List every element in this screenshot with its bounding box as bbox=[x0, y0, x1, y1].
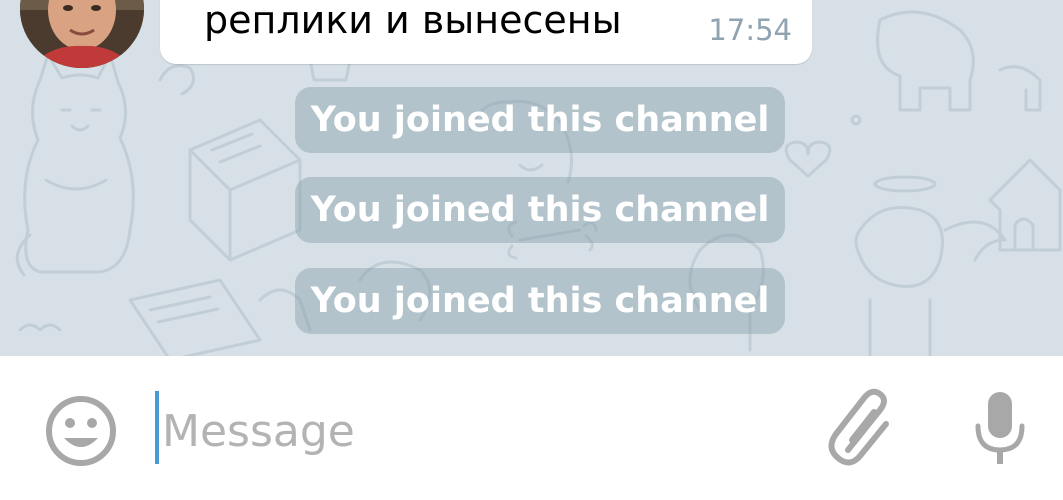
microphone-icon bbox=[975, 392, 1025, 464]
incoming-message-bubble[interactable]: реплики и вынесены 17:54 bbox=[160, 0, 812, 64]
message-text: реплики и вынесены bbox=[204, 0, 622, 42]
text-cursor bbox=[155, 391, 159, 464]
service-message-joined: You joined this channel bbox=[295, 87, 785, 153]
emoji-button[interactable] bbox=[44, 394, 118, 468]
message-input[interactable] bbox=[162, 394, 762, 468]
paperclip-icon bbox=[828, 388, 889, 466]
attach-button[interactable] bbox=[828, 388, 900, 472]
smiley-icon bbox=[46, 396, 116, 466]
chat-area[interactable]: реплики и вынесены 17:54 You joined this… bbox=[0, 0, 1063, 356]
voice-record-button[interactable] bbox=[970, 386, 1030, 470]
message-composer bbox=[0, 356, 1063, 500]
message-timestamp: 17:54 bbox=[708, 13, 792, 47]
service-message-joined: You joined this channel bbox=[295, 268, 785, 334]
service-message-joined: You joined this channel bbox=[295, 177, 785, 243]
